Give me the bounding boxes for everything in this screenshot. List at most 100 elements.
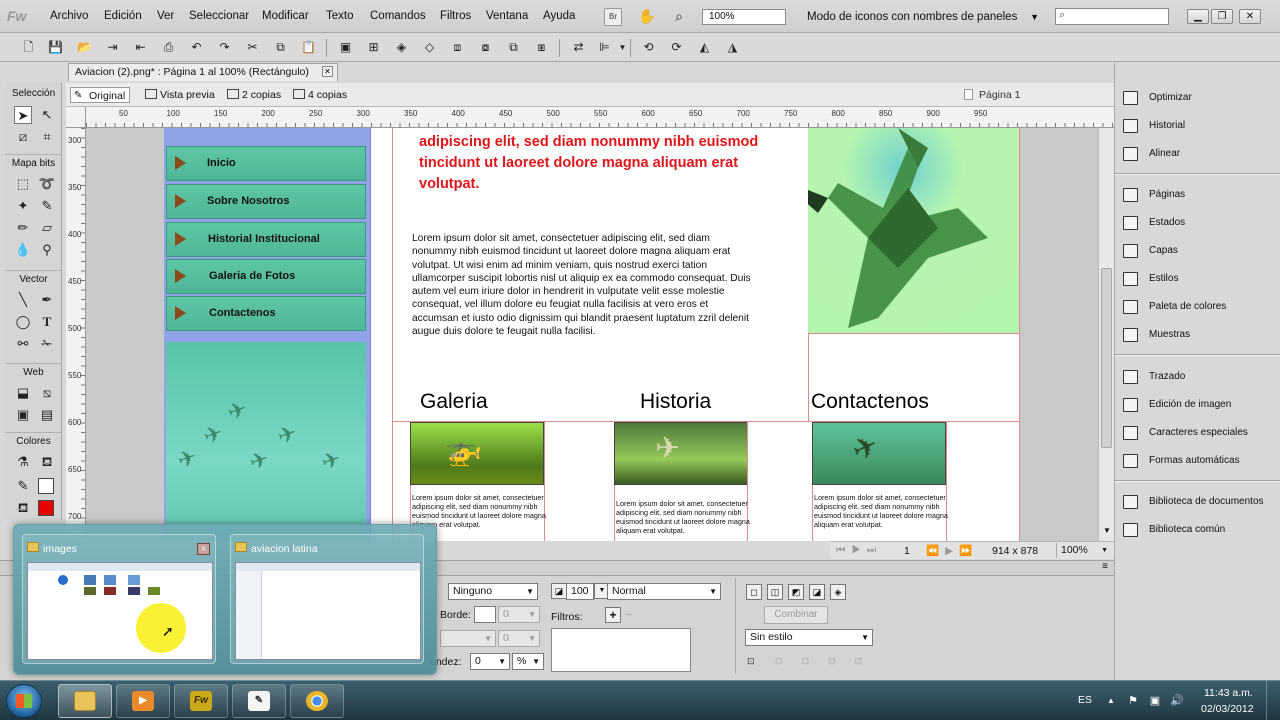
menu-seleccionar[interactable]: Seleccionar — [189, 10, 249, 22]
panel-biblioteca-comun[interactable]: Biblioteca común — [1123, 520, 1278, 540]
paint-bucket-icon[interactable]: ⛾ — [38, 453, 56, 471]
close-icon[interactable]: x — [197, 543, 210, 555]
brush-tool-icon[interactable]: ✎ — [38, 197, 56, 215]
bring-forward-icon[interactable]: ⧈ — [449, 39, 466, 56]
taskbar-explorer[interactable] — [58, 684, 112, 718]
thumbnail-aviacion-latina[interactable]: aviacion latina — [230, 534, 424, 664]
search-input[interactable]: ⌕ — [1055, 8, 1169, 25]
panel-formas[interactable]: Formas automáticas — [1123, 451, 1278, 471]
lasso-tool-icon[interactable]: ➰ — [38, 175, 56, 193]
start-button[interactable] — [6, 684, 42, 718]
combine-union-icon[interactable]: ◻ — [746, 584, 762, 600]
pencil-tool-icon[interactable]: ✏ — [14, 219, 32, 237]
show-hidden-icons-icon[interactable]: ▲ — [1104, 694, 1118, 708]
opacity-input[interactable]: 100 — [566, 583, 594, 600]
combine-button[interactable]: Combinar — [764, 606, 828, 624]
minimize-button[interactable]: ▁ — [1187, 9, 1209, 24]
combine-crop-icon[interactable]: ◪ — [809, 584, 825, 600]
rotate-left-icon[interactable]: ⟲ — [640, 39, 657, 56]
blend-mode-select[interactable]: Normal ▼ — [607, 583, 721, 600]
panel-historial[interactable]: Historial — [1123, 116, 1278, 136]
flip-vertical-icon[interactable]: ◮ — [724, 39, 741, 56]
menu-archivo[interactable]: Archivo — [50, 10, 88, 22]
tab-original[interactable]: ✎ Original — [70, 87, 131, 103]
design-page[interactable]: Inicio Sobre Nosotros Historial Instituc… — [164, 128, 1020, 541]
panel-estados[interactable]: Estados — [1123, 213, 1278, 233]
tab-4-up[interactable]: 4 copias — [290, 87, 347, 103]
taskbar-notepad[interactable]: ✎ — [232, 684, 286, 718]
add-filter-button[interactable]: + — [605, 607, 621, 623]
hand-icon[interactable]: ✋ — [638, 8, 656, 26]
export-icon[interactable]: ⇤ — [132, 39, 149, 56]
copy-icon[interactable]: ⧉ — [272, 39, 289, 56]
clock-date[interactable]: 02/03/2012 — [1201, 703, 1254, 715]
cut-icon[interactable]: ✂ — [244, 39, 261, 56]
taskbar-fireworks[interactable]: Fw — [174, 684, 228, 718]
zoom-select[interactable]: 100% — [702, 9, 786, 25]
text-tool-icon[interactable]: T — [38, 313, 56, 331]
roundness-unit[interactable]: % ▼ — [512, 653, 544, 670]
panel-alinear[interactable]: Alinear — [1123, 144, 1278, 164]
join-icon[interactable]: ◈ — [393, 39, 410, 56]
magic-wand-icon[interactable]: ✦ — [14, 197, 32, 215]
show-desktop-button[interactable] — [1266, 681, 1280, 720]
line-tool-icon[interactable]: ╲ — [14, 291, 32, 309]
action-center-icon[interactable]: ⚑ — [1126, 694, 1140, 708]
panel-capas[interactable]: Capas — [1123, 241, 1278, 261]
document-tab[interactable]: Aviacion (2).png* : Página 1 al 100% (Re… — [68, 63, 338, 81]
canvas-area[interactable]: Inicio Sobre Nosotros Historial Instituc… — [86, 128, 1098, 541]
tab-preview[interactable]: Vista previa — [142, 87, 215, 103]
combine-punch-icon[interactable]: ◈ — [830, 584, 846, 600]
taskbar-media-player[interactable]: ▶ — [116, 684, 170, 718]
nav-item-historial[interactable]: Historial Institucional — [166, 222, 366, 257]
distribute-icon[interactable]: ⇄ — [570, 39, 587, 56]
panel-optimizar[interactable]: Optimizar — [1123, 88, 1278, 108]
thumbnail-images[interactable]: images x ➚ — [22, 534, 216, 664]
panel-edicion-imagen[interactable]: Edición de imagen — [1123, 395, 1278, 415]
tab-2-up[interactable]: 2 copias — [224, 87, 281, 103]
open-icon[interactable]: 📂 — [76, 39, 93, 56]
nav-item-inicio[interactable]: Inicio — [166, 146, 366, 181]
ungroup-icon[interactable]: ⊞ — [365, 39, 382, 56]
edge-select[interactable]: Ninguno ▼ — [448, 583, 538, 600]
rotate-right-icon[interactable]: ⟳ — [668, 39, 685, 56]
zoom-level-select[interactable]: 100% ▼ — [1056, 543, 1108, 558]
close-button[interactable]: ✕ — [1239, 9, 1261, 24]
combine-intersect-icon[interactable]: ◩ — [788, 584, 804, 600]
hide-slices-icon[interactable]: ▣ — [14, 406, 32, 424]
combine-subtract-icon[interactable]: ◫ — [767, 584, 783, 600]
restore-button[interactable]: ❐ — [1211, 9, 1233, 24]
menu-comandos[interactable]: Comandos — [370, 10, 426, 22]
network-icon[interactable]: ▣ — [1148, 694, 1162, 708]
filters-list[interactable] — [551, 628, 691, 672]
stroke-pencil-icon[interactable]: ✎ — [14, 477, 32, 495]
new-style-icon[interactable]: ⊡ — [747, 656, 755, 667]
marquee-tool-icon[interactable]: ⬚ — [14, 175, 32, 193]
pointer-tool-icon[interactable]: ➤ — [14, 106, 32, 124]
show-slices-icon[interactable]: ▤ — [38, 406, 56, 424]
border-value[interactable]: 0 ▼ — [498, 606, 540, 623]
panel-estilos[interactable]: Estilos — [1123, 269, 1278, 289]
menu-filtros[interactable]: Filtros — [440, 10, 471, 22]
menu-ventana[interactable]: Ventana — [486, 10, 528, 22]
align-icon[interactable]: ⊫ — [596, 39, 613, 56]
new-file-icon[interactable]: 🗋 — [20, 39, 37, 56]
page-nav-first-icon[interactable]: ⏮▶⏭ — [836, 544, 882, 557]
disabled-select[interactable]: ▼ — [440, 630, 496, 647]
panel-paginas[interactable]: Páginas — [1123, 185, 1278, 205]
style-select[interactable]: Sin estilo ▼ — [745, 629, 873, 646]
fill-color-swatch[interactable] — [38, 500, 54, 516]
stroke-color-swatch[interactable] — [38, 478, 54, 494]
zoom-icon[interactable]: ⌕ — [670, 8, 688, 26]
menu-ayuda[interactable]: Ayuda — [543, 10, 575, 22]
panel-caracteres[interactable]: Caracteres especiales — [1123, 423, 1278, 443]
crop-tool-icon[interactable]: ⌗ — [38, 128, 56, 146]
close-icon[interactable]: ✕ — [322, 66, 333, 77]
menu-edicion[interactable]: Edición — [104, 10, 142, 22]
fill-bucket-icon[interactable]: ⛾ — [14, 499, 32, 517]
save-icon[interactable]: 💾 — [47, 39, 64, 56]
style-actions-icon[interactable]: ⊡⊡⊡⊡ — [775, 656, 881, 667]
import-icon[interactable]: ⇥ — [104, 39, 121, 56]
panel-paleta-colores[interactable]: Paleta de colores — [1123, 297, 1278, 317]
ellipse-tool-icon[interactable]: ◯ — [14, 313, 32, 331]
